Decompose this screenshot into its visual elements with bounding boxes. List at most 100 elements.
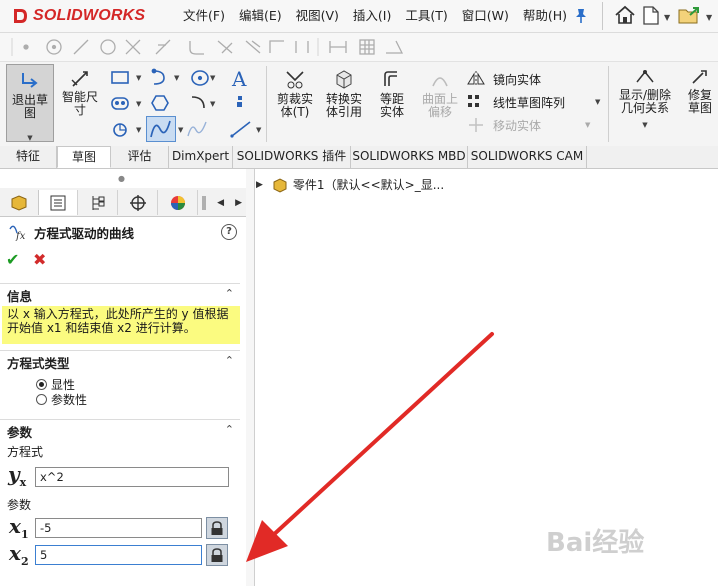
panel-grip-icon[interactable]: ● bbox=[118, 174, 125, 183]
spline-button[interactable] bbox=[146, 116, 176, 142]
page-title: 方程式驱动的曲线 bbox=[34, 225, 135, 241]
property-manager-tab[interactable] bbox=[38, 190, 78, 215]
equation-type-label: 方程式类型 bbox=[7, 355, 70, 371]
x1-lock-button[interactable] bbox=[206, 517, 228, 539]
equation-label: 方程式 bbox=[7, 445, 44, 459]
offset-entities-button[interactable]: 等距实体 bbox=[370, 68, 414, 119]
open-dropdown-icon[interactable]: ▼ bbox=[706, 13, 712, 22]
appearance-icon bbox=[171, 195, 185, 210]
move-dropdown-icon: ▼ bbox=[585, 121, 591, 129]
scroll-left-icon[interactable]: ◀ bbox=[217, 198, 224, 208]
pin-icon[interactable] bbox=[574, 8, 588, 24]
help-icon[interactable]: ? bbox=[221, 224, 237, 240]
linear-pattern-label: 线性草图阵列 bbox=[493, 95, 566, 110]
y-variable-label: yx bbox=[8, 462, 27, 489]
new-dropdown-icon[interactable]: ▼ bbox=[664, 13, 670, 22]
linear-pattern-icon bbox=[468, 95, 479, 107]
svg-text:▼: ▼ bbox=[256, 126, 262, 134]
repair-sketch-label: 修复草图 bbox=[687, 88, 712, 115]
move-entities-icon bbox=[469, 118, 483, 132]
info-section-header[interactable]: 信息 ⌃ bbox=[0, 283, 240, 306]
relations-dropdown-icon[interactable]: ▼ bbox=[614, 119, 676, 132]
equation-type-section-header[interactable]: 方程式类型 ⌃ bbox=[0, 350, 240, 373]
repair-sketch-button[interactable]: 修复草图 bbox=[680, 68, 718, 115]
tab-solidworks-addins[interactable]: SOLIDWORKS 插件 bbox=[233, 146, 351, 168]
equation-curve-icon: fx bbox=[9, 225, 26, 241]
info-section-label: 信息 bbox=[7, 288, 33, 304]
property-manager-icon bbox=[50, 195, 66, 210]
svg-text:▼: ▼ bbox=[210, 100, 216, 108]
info-text-line1: 以 x 输入方程式，此处所产生的 y 值根据 bbox=[7, 307, 229, 321]
dimxpert-manager-tab[interactable] bbox=[119, 190, 158, 215]
parameters-section-header[interactable]: 参数 ⌃ bbox=[0, 419, 240, 442]
x1-start-input[interactable] bbox=[35, 518, 202, 538]
display-relations-button[interactable]: 显示/删除几何关系 ▼ bbox=[614, 68, 676, 132]
pattern-dropdown-icon[interactable]: ▼ bbox=[595, 98, 600, 106]
convert-entities-button[interactable]: 转换实体引用 bbox=[320, 68, 368, 119]
menu-edit[interactable]: 编辑(E) bbox=[232, 0, 289, 32]
menu-window[interactable]: 窗口(W) bbox=[455, 0, 516, 32]
spline-dropdown-icon[interactable]: ▼ bbox=[178, 126, 183, 134]
x1-variable-label: x1 bbox=[9, 514, 29, 541]
mirror-pattern-move-group: 镜向实体 线性草图阵列 ▼ 移动实体 ▼ bbox=[466, 68, 606, 138]
params-label: 参数 bbox=[7, 498, 32, 512]
equation-input[interactable] bbox=[35, 467, 229, 487]
open-folder-icon[interactable] bbox=[678, 6, 702, 25]
menu-insert[interactable]: 插入(I) bbox=[346, 0, 398, 32]
feature-tree-root[interactable]: ▶ 零件1（默认<<默认>_显... bbox=[256, 176, 444, 193]
tab-features[interactable]: 特征 bbox=[0, 146, 57, 168]
display-manager-tab[interactable] bbox=[159, 190, 198, 215]
exit-sketch-button[interactable]: 退出草图 ▼ bbox=[6, 64, 54, 142]
scroll-right-icon[interactable]: ▶ bbox=[235, 198, 242, 208]
menu-bar: 文件(F) 编辑(E) 视图(V) 插入(I) 工具(T) 窗口(W) 帮助(H… bbox=[176, 0, 574, 32]
toolbar-divider bbox=[266, 66, 267, 142]
parametric-radio[interactable] bbox=[36, 394, 47, 405]
tab-scroll-handle bbox=[202, 196, 206, 210]
svg-text:A: A bbox=[231, 67, 247, 91]
text-point-line-tools[interactable]: A ▼ bbox=[228, 66, 268, 142]
ok-check-icon[interactable]: ✔ bbox=[6, 250, 19, 269]
menu-help[interactable]: 帮助(H) bbox=[516, 0, 574, 32]
feature-manager-tab[interactable] bbox=[0, 190, 39, 215]
exit-sketch-icon bbox=[22, 73, 38, 88]
explicit-radio[interactable] bbox=[36, 379, 47, 390]
menu-file[interactable]: 文件(F) bbox=[176, 0, 232, 32]
menu-tools[interactable]: 工具(T) bbox=[398, 0, 454, 32]
exit-sketch-dropdown-icon[interactable]: ▼ bbox=[7, 132, 53, 145]
manager-tab-scroll: ◀ ▶ bbox=[202, 192, 242, 214]
x2-lock-button[interactable] bbox=[206, 544, 228, 566]
tab-solidworks-mbd[interactable]: SOLIDWORKS MBD bbox=[351, 146, 468, 168]
home-icon[interactable] bbox=[614, 5, 636, 25]
cancel-x-icon[interactable]: ✖ bbox=[33, 250, 46, 269]
lock-icon bbox=[211, 547, 223, 562]
svg-text:▼: ▼ bbox=[136, 74, 142, 82]
trim-entities-button[interactable]: 剪裁实体(T) bbox=[272, 68, 318, 119]
collapse-icon[interactable]: ⌃ bbox=[225, 287, 234, 300]
equation-spline-icon bbox=[187, 121, 207, 137]
svg-text:fx: fx bbox=[15, 231, 26, 241]
expand-arrow-icon[interactable]: ▶ bbox=[256, 180, 263, 190]
convert-entities-label: 转换实体引用 bbox=[325, 92, 362, 119]
svg-text:▼: ▼ bbox=[136, 100, 142, 108]
tab-evaluate[interactable]: 评估 bbox=[111, 146, 169, 168]
toolbar-divider bbox=[608, 66, 609, 142]
parametric-radio-option[interactable]: 参数性 bbox=[36, 391, 87, 408]
mirror-entities-button[interactable]: 镜向实体 bbox=[466, 68, 606, 90]
menu-view[interactable]: 视图(V) bbox=[289, 0, 346, 32]
tab-dimxpert[interactable]: DimXpert bbox=[169, 146, 233, 168]
new-document-icon[interactable] bbox=[643, 6, 659, 25]
offset-on-surface-label: 曲面上偏移 bbox=[421, 92, 458, 119]
mirror-icon bbox=[467, 71, 485, 87]
solidworks-logo: SOLIDWORKS bbox=[12, 4, 145, 28]
linear-pattern-button[interactable]: 线性草图阵列 ▼ bbox=[466, 90, 606, 114]
toolbar-divider bbox=[602, 2, 603, 30]
tab-sketch[interactable]: 草图 bbox=[57, 146, 111, 168]
tab-solidworks-cam[interactable]: SOLIDWORKS CAM bbox=[468, 146, 587, 168]
relations-icon bbox=[636, 70, 654, 83]
smart-dimension-button[interactable]: 智能尺寸 bbox=[56, 68, 104, 117]
offset-on-surface-button: 曲面上偏移 bbox=[418, 68, 462, 119]
configuration-manager-tab[interactable] bbox=[79, 190, 118, 215]
configuration-manager-icon bbox=[92, 195, 105, 210]
annotation-arrow bbox=[246, 332, 494, 562]
x2-end-input[interactable] bbox=[35, 545, 202, 565]
